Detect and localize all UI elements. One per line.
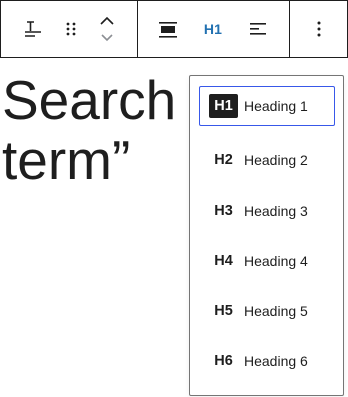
menu-item-heading-1[interactable]: H1 Heading 1 bbox=[199, 86, 335, 126]
heading-level-button[interactable]: H1 bbox=[193, 9, 233, 49]
block-toolbar: H1 bbox=[0, 0, 348, 58]
menu-item-label: Heading 1 bbox=[244, 98, 308, 114]
toolbar-divider bbox=[289, 1, 290, 57]
transform-block-button[interactable] bbox=[13, 9, 53, 49]
heading-1-icon: H1 bbox=[209, 94, 238, 118]
menu-item-label: Heading 3 bbox=[244, 203, 308, 219]
menu-item-heading-3[interactable]: H3 Heading 3 bbox=[199, 191, 335, 231]
drag-handle-button[interactable] bbox=[51, 9, 91, 49]
heading-6-icon: H6 bbox=[214, 353, 233, 369]
drag-dots-icon bbox=[66, 22, 76, 36]
more-options-button[interactable] bbox=[299, 9, 339, 49]
text-align-button[interactable] bbox=[238, 9, 278, 49]
align-wide-icon bbox=[159, 22, 177, 38]
vertical-ellipsis-icon bbox=[317, 21, 321, 37]
menu-item-heading-2[interactable]: H2 Heading 2 bbox=[199, 140, 335, 180]
align-left-icon bbox=[250, 23, 266, 35]
heading-line-1: Search bbox=[2, 69, 177, 131]
menu-item-label: Heading 4 bbox=[244, 253, 308, 269]
heading-level-label: H1 bbox=[203, 21, 223, 37]
heading-2-icon: H2 bbox=[214, 152, 233, 168]
chevron-up-down-icon bbox=[100, 16, 114, 42]
menu-item-label: Heading 6 bbox=[244, 353, 308, 369]
menu-item-heading-6[interactable]: H6 Heading 6 bbox=[199, 341, 335, 381]
menu-item-heading-4[interactable]: H4 Heading 4 bbox=[199, 241, 335, 281]
heading-4-icon: H4 bbox=[214, 253, 233, 269]
heading-level-menu: H1 Heading 1 H2 Heading 2 H3 Heading 3 H… bbox=[189, 75, 344, 396]
block-align-button[interactable] bbox=[148, 9, 188, 49]
text-transform-icon bbox=[25, 21, 41, 37]
heading-block-text[interactable]: Search term” bbox=[2, 70, 176, 190]
heading-3-icon: H3 bbox=[214, 203, 233, 219]
heading-5-icon: H5 bbox=[214, 303, 233, 319]
move-up-down-button[interactable] bbox=[87, 9, 127, 49]
menu-item-label: Heading 2 bbox=[244, 152, 308, 168]
menu-item-heading-5[interactable]: H5 Heading 5 bbox=[199, 291, 335, 331]
toolbar-divider bbox=[137, 1, 138, 57]
menu-item-label: Heading 5 bbox=[244, 303, 308, 319]
heading-line-2: term” bbox=[2, 129, 131, 191]
